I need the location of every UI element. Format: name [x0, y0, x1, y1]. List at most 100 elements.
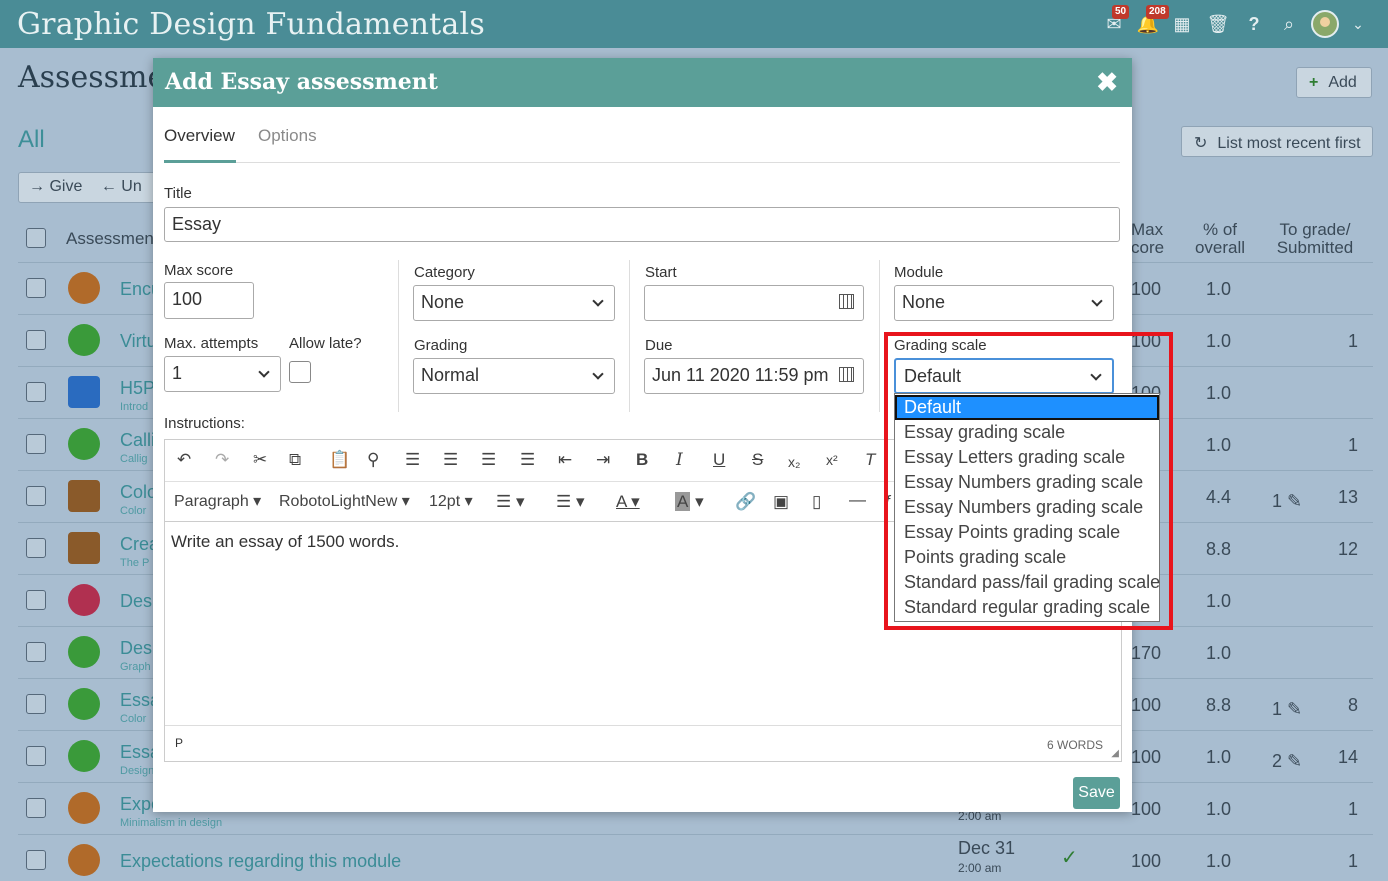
row-checkbox[interactable] — [26, 486, 46, 506]
chevron-down-icon[interactable]: ⌄ — [1346, 12, 1370, 36]
align-center-icon[interactable]: ☰ — [443, 450, 458, 470]
bullet-list-icon[interactable]: ☰ ▾ — [496, 492, 525, 512]
subscript-icon[interactable]: x₂ — [788, 452, 800, 472]
row-to-grade[interactable]: 1 ✎ — [1272, 699, 1302, 720]
image-icon[interactable]: ▣ — [773, 492, 789, 512]
italic-icon[interactable]: I — [676, 450, 683, 470]
text-color-icon[interactable]: A ▾ — [616, 492, 640, 512]
pencil-icon: ✎ — [1287, 699, 1303, 719]
bold-icon[interactable]: B — [636, 450, 648, 470]
font-size-select[interactable]: 12pt ▾ — [429, 492, 473, 512]
close-icon[interactable]: ✖ — [1096, 67, 1118, 98]
row-checkbox[interactable] — [26, 694, 46, 714]
select-all-checkbox[interactable] — [26, 228, 46, 248]
filter-all[interactable]: All — [18, 126, 45, 154]
find-icon[interactable]: ⚲ — [367, 450, 379, 470]
course-title: Graphic Design Fundamentals — [17, 7, 485, 42]
row-title[interactable]: Desi — [120, 591, 156, 612]
row-title[interactable]: H5P — [120, 378, 155, 399]
row-percent: 1.0 — [1206, 331, 1232, 351]
avatar[interactable] — [1311, 10, 1339, 38]
word-count: 6 WORDS — [1046, 738, 1103, 752]
row-12-date: Dec 31 — [958, 838, 1016, 858]
max-score-label: Max score — [164, 262, 234, 279]
mail-icon[interactable]: ✉ 50 — [1102, 5, 1130, 36]
row-subtitle: Design — [120, 765, 155, 777]
start-date-input[interactable] — [644, 285, 864, 321]
calendar-icon[interactable] — [839, 294, 854, 309]
row-checkbox[interactable] — [26, 330, 46, 350]
editor-statusbar: P 6 WORDS ◢ — [165, 725, 1121, 761]
grading-select[interactable]: Normal — [413, 358, 615, 394]
link-icon[interactable]: 🔗 — [735, 492, 756, 512]
clear-format-icon[interactable]: T — [865, 450, 875, 470]
row-subtitle: Graph — [120, 661, 151, 673]
attempts-select[interactable]: 1 — [164, 356, 281, 392]
horizontal-rule-icon[interactable]: — — [849, 490, 866, 510]
row-checkbox[interactable] — [26, 538, 46, 558]
tab-options[interactable]: Options — [258, 126, 317, 146]
tab-overview[interactable]: Overview — [164, 126, 235, 146]
row-checkbox[interactable] — [26, 590, 46, 610]
category-select[interactable]: None — [413, 285, 615, 321]
trash-icon[interactable]: 🗑 — [1206, 12, 1230, 36]
row-to-grade[interactable]: 2 ✎ — [1272, 751, 1302, 772]
bell-icon[interactable]: 🔔 208 — [1136, 5, 1169, 36]
row-title[interactable]: Desi — [120, 638, 156, 659]
sort-button[interactable]: ↻ List most recent first — [1181, 126, 1373, 157]
annotation-highlight-box — [884, 332, 1173, 630]
check-icon: ✓ — [1061, 847, 1078, 869]
row-checkbox[interactable] — [26, 382, 46, 402]
highlight-color-icon[interactable]: A ▾ — [675, 492, 704, 512]
row-checkbox[interactable] — [26, 850, 46, 870]
format-select[interactable]: Paragraph ▾ — [174, 492, 261, 512]
save-button[interactable]: Save — [1073, 777, 1120, 809]
row-to-grade[interactable]: 1 ✎ — [1272, 491, 1302, 512]
calendar-icon[interactable]: ▦ — [1170, 12, 1194, 36]
title-input[interactable]: Essay — [164, 207, 1120, 242]
row-title[interactable]: Calli — [120, 430, 155, 451]
add-button[interactable]: + Add — [1296, 67, 1372, 98]
superscript-icon[interactable]: x² — [826, 450, 838, 470]
row-submitted: 1 — [1347, 851, 1358, 871]
search-icon[interactable]: ⌕ — [1277, 12, 1301, 36]
pencil-icon: ✎ — [1287, 751, 1303, 771]
editor-content[interactable]: Write an essay of 1500 words. — [171, 532, 399, 552]
row-title[interactable]: Expectations regarding this module — [120, 851, 401, 872]
row-checkbox[interactable] — [26, 434, 46, 454]
underline-icon[interactable]: U — [713, 450, 725, 470]
align-left-icon[interactable]: ☰ — [405, 450, 420, 470]
assessment-type-icon — [68, 584, 100, 616]
element-path[interactable]: P — [175, 736, 183, 750]
row-checkbox[interactable] — [26, 798, 46, 818]
help-icon[interactable]: ? — [1242, 12, 1266, 36]
row-title[interactable]: Colo — [120, 482, 157, 503]
row-checkbox[interactable] — [26, 642, 46, 662]
document-icon[interactable]: ▯ — [812, 492, 821, 512]
allow-late-checkbox[interactable] — [289, 361, 311, 383]
page-title: Assessme — [18, 60, 166, 95]
paste-icon[interactable]: 📋 — [329, 450, 350, 470]
redo-icon[interactable]: ↷ — [215, 450, 229, 470]
row-checkbox[interactable] — [26, 278, 46, 298]
max-score-input[interactable]: 100 — [164, 282, 254, 319]
cut-icon[interactable]: ✂ — [253, 450, 267, 470]
indent-icon[interactable]: ⇥ — [596, 450, 610, 470]
col-assessment: Assessmen — [66, 229, 154, 248]
align-right-icon[interactable]: ☰ — [481, 450, 496, 470]
strikethrough-icon[interactable]: S — [752, 450, 763, 470]
resize-handle[interactable]: ◢ — [1111, 748, 1119, 759]
outdent-icon[interactable]: ⇤ — [558, 450, 572, 470]
font-select[interactable]: RobotoLightNew ▾ — [279, 492, 410, 512]
module-select[interactable]: None — [894, 285, 1114, 321]
numbered-list-icon[interactable]: ☰ ▾ — [556, 492, 585, 512]
row-title[interactable]: Virtu — [120, 331, 157, 352]
align-justify-icon[interactable]: ☰ — [520, 450, 535, 470]
undo-icon[interactable]: ↶ — [177, 450, 191, 470]
calendar-icon[interactable] — [839, 367, 854, 382]
copy-icon[interactable]: ⧉ — [289, 450, 301, 470]
top-bar: Graphic Design Fundamentals ✉ 50 🔔 208 ▦ 🗑… — [0, 0, 1388, 48]
row-checkbox[interactable] — [26, 746, 46, 766]
give-button[interactable]: → Give ← Un — [18, 172, 158, 203]
due-date-input[interactable]: Jun 11 2020 11:59 pm — [644, 358, 864, 394]
